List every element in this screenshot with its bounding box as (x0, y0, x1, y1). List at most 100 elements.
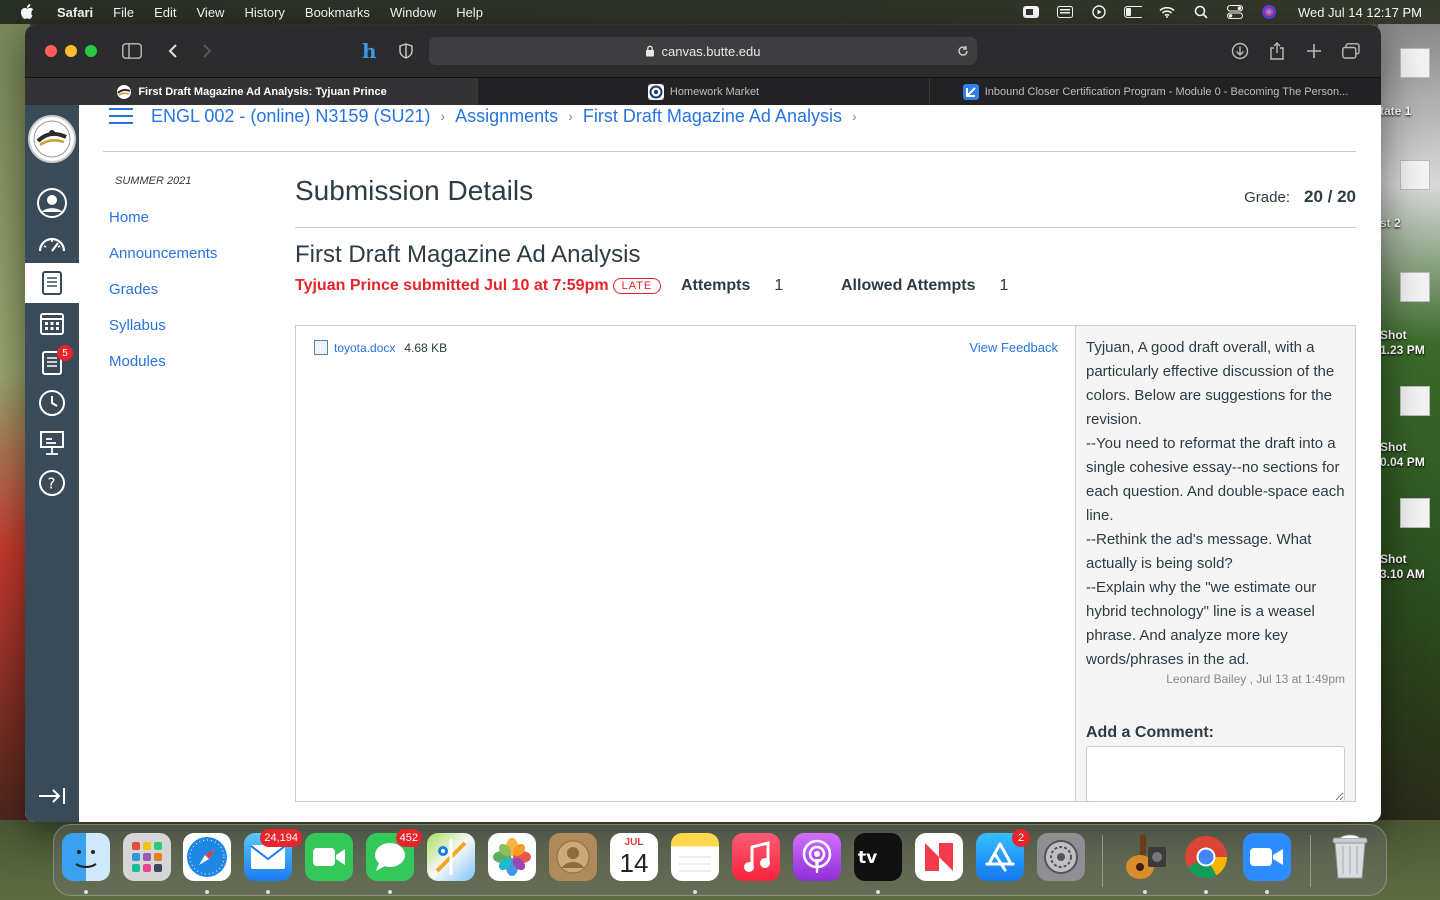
desktop-file-label[interactable]: st 2 (1380, 216, 1436, 231)
nav-account-icon[interactable] (25, 183, 79, 223)
global-navigation: 5 ? (25, 105, 79, 822)
nav-dashboard-icon[interactable] (25, 223, 79, 263)
tab-inbound-closer[interactable]: Inbound Closer Certification Program - M… (929, 78, 1381, 106)
nav-calendar-icon[interactable] (25, 303, 79, 343)
tab-overview-icon[interactable] (1339, 39, 1363, 63)
notes-icon[interactable] (671, 833, 719, 881)
menu-file[interactable]: File (113, 5, 134, 20)
grade-display: Grade: 20 / 20 (1244, 187, 1356, 207)
attachment-row: toyota.docx 4.68 KB (314, 340, 447, 355)
nav-help-icon[interactable]: ? (25, 463, 79, 503)
maps-icon[interactable] (427, 833, 475, 881)
course-nav-syllabus[interactable]: Syllabus (109, 317, 269, 336)
music-icon[interactable] (732, 833, 780, 881)
address-bar[interactable]: canvas.butte.edu (429, 37, 977, 65)
nav-history-icon[interactable] (25, 383, 79, 423)
page-title: Submission Details (295, 175, 534, 206)
reload-icon[interactable] (957, 45, 969, 57)
tab-homework-market[interactable]: Homework Market (477, 78, 929, 106)
instructor-comment: Tyjuan, A good draft overall, with a par… (1086, 336, 1348, 672)
settings-icon[interactable] (1037, 833, 1085, 881)
course-nav-announcements[interactable]: Announcements (109, 245, 269, 264)
calendar-icon[interactable]: JUL 14 (610, 833, 658, 881)
battery-icon[interactable] (1123, 5, 1142, 19)
tab-current[interactable]: First Draft Magazine Ad Analysis: Tyjuan… (25, 78, 477, 106)
keyboard-icon[interactable] (1056, 5, 1074, 19)
nav-inbox-icon[interactable]: 5 (25, 343, 79, 383)
messages-badge: 452 (395, 829, 422, 847)
attachment-link[interactable]: toyota.docx (334, 341, 395, 355)
breadcrumb-course[interactable]: ENGL 002 - (online) N3159 (SU21) (151, 106, 430, 127)
privacy-shield-icon[interactable] (394, 39, 418, 63)
minimize-window-button[interactable] (65, 45, 77, 57)
siri-icon[interactable] (1260, 5, 1278, 19)
apple-icon[interactable] (20, 4, 34, 20)
menu-bookmarks[interactable]: Bookmarks (305, 5, 370, 20)
desktop-file-thumbnail[interactable] (1400, 386, 1430, 416)
hypothesis-extension-icon[interactable]: h (358, 39, 382, 63)
mail-icon[interactable]: 24,194 (244, 829, 302, 881)
svg-text:tv: tv (858, 848, 877, 867)
desktop-file-label[interactable]: Shot 1.23 PM (1380, 328, 1436, 358)
garageband-icon[interactable] (1121, 833, 1169, 881)
course-menu-toggle[interactable] (109, 108, 133, 124)
tab-title: Homework Market (669, 86, 760, 98)
downloads-icon[interactable] (1228, 39, 1252, 63)
breadcrumb: ENGL 002 - (online) N3159 (SU21) › Assig… (109, 105, 867, 127)
back-icon[interactable] (161, 39, 185, 63)
close-window-button[interactable] (45, 45, 57, 57)
tv-icon[interactable]: tv (854, 833, 902, 881)
sidebar-toggle-icon[interactable] (120, 39, 144, 63)
finder-icon[interactable] (62, 833, 110, 881)
contacts-icon[interactable] (549, 833, 597, 881)
collapse-nav-icon[interactable] (37, 785, 67, 807)
desktop-file-thumbnail[interactable] (1400, 272, 1430, 302)
desktop-file-label[interactable]: Shot 3.10 AM (1380, 552, 1436, 582)
podcasts-icon[interactable] (793, 833, 841, 881)
desktop-file-label[interactable]: Shot 0.04 PM (1380, 440, 1436, 470)
breadcrumb-assignment[interactable]: First Draft Magazine Ad Analysis (583, 106, 842, 127)
news-icon[interactable] (915, 833, 963, 881)
share-icon[interactable] (1265, 39, 1289, 63)
butte-college-logo[interactable] (28, 115, 76, 163)
menu-clock[interactable]: Wed Jul 14 12:17 PM (1298, 5, 1422, 20)
comment-input[interactable] (1086, 746, 1345, 802)
desktop-file-label[interactable]: tate 1 (1380, 104, 1436, 119)
menu-window[interactable]: Window (390, 5, 436, 20)
messages-icon[interactable]: 452 (366, 829, 422, 881)
chrome-icon[interactable] (1182, 833, 1230, 881)
menu-view[interactable]: View (197, 5, 225, 20)
play-icon[interactable] (1090, 5, 1108, 19)
desktop-file-thumbnail[interactable] (1400, 48, 1430, 78)
menu-help[interactable]: Help (456, 5, 483, 20)
running-indicator (388, 890, 392, 894)
dock-separator (1310, 835, 1311, 887)
zoom-icon[interactable] (1243, 833, 1291, 881)
nav-studio-icon[interactable] (25, 423, 79, 463)
new-tab-icon[interactable] (1302, 39, 1326, 63)
view-feedback-link[interactable]: View Feedback (969, 340, 1058, 355)
zoom-window-button[interactable] (85, 45, 97, 57)
zoom-status-icon[interactable] (1022, 5, 1040, 19)
trash-icon[interactable] (1326, 833, 1374, 881)
menu-history[interactable]: History (244, 5, 284, 20)
course-nav-grades[interactable]: Grades (109, 281, 269, 300)
course-nav-home[interactable]: Home (109, 209, 269, 228)
course-nav-modules[interactable]: Modules (109, 353, 269, 372)
facetime-icon[interactable] (305, 833, 353, 881)
forward-icon[interactable] (195, 39, 219, 63)
attempts-value: 1 (774, 277, 784, 294)
breadcrumb-assignments[interactable]: Assignments (455, 106, 558, 127)
menu-edit[interactable]: Edit (154, 5, 176, 20)
nav-courses-icon[interactable] (25, 263, 79, 303)
appstore-icon[interactable]: 2 (976, 829, 1030, 881)
launchpad-icon[interactable] (123, 833, 171, 881)
desktop-file-thumbnail[interactable] (1400, 160, 1430, 190)
safari-icon[interactable] (183, 833, 231, 881)
spotlight-search-icon[interactable] (1192, 5, 1210, 19)
desktop-file-thumbnail[interactable] (1400, 498, 1430, 528)
control-center-icon[interactable] (1226, 5, 1244, 19)
wifi-icon[interactable] (1158, 5, 1176, 19)
menu-app-name[interactable]: Safari (57, 5, 93, 20)
photos-icon[interactable] (488, 833, 536, 881)
